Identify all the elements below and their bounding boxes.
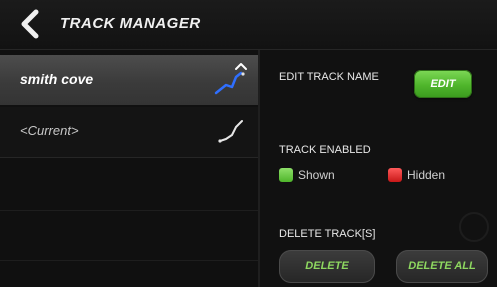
green-checkbox-icon — [279, 168, 293, 182]
track-line-icon — [218, 120, 243, 143]
track-name: smith cove — [20, 71, 94, 87]
track-item-smith-cove[interactable]: smith cove — [0, 55, 258, 105]
track-manager-screen: TRACK MANAGER smith cove <Current> EDIT … — [0, 0, 497, 287]
delete-all-button[interactable]: DELETE ALL — [396, 250, 488, 283]
track-name: <Current> — [20, 123, 79, 138]
chevron-left-icon — [21, 9, 39, 39]
list-separator — [0, 210, 258, 211]
red-checkbox-icon — [388, 168, 402, 182]
track-enabled-label: TRACK ENABLED — [279, 144, 371, 156]
page-title: TRACK MANAGER — [60, 15, 201, 32]
edit-track-name-label: EDIT TRACK NAME — [279, 71, 379, 83]
edit-button[interactable]: EDIT — [414, 70, 472, 98]
shown-label: Shown — [298, 168, 335, 182]
hidden-label: Hidden — [407, 168, 446, 182]
delete-button[interactable]: DELETE — [279, 250, 375, 283]
background-dial-icon — [459, 212, 489, 242]
back-button[interactable] — [18, 9, 44, 39]
list-separator — [0, 260, 258, 261]
delete-tracks-label: DELETE TRACK[S] — [279, 228, 376, 240]
header-bar: TRACK MANAGER — [0, 0, 497, 50]
track-item-current[interactable]: <Current> — [0, 107, 258, 158]
track-options-panel: EDIT TRACK NAME EDIT TRACK ENABLED Shown… — [260, 50, 497, 287]
track-line-icon — [214, 63, 247, 95]
track-list: smith cove <Current> — [0, 50, 258, 287]
